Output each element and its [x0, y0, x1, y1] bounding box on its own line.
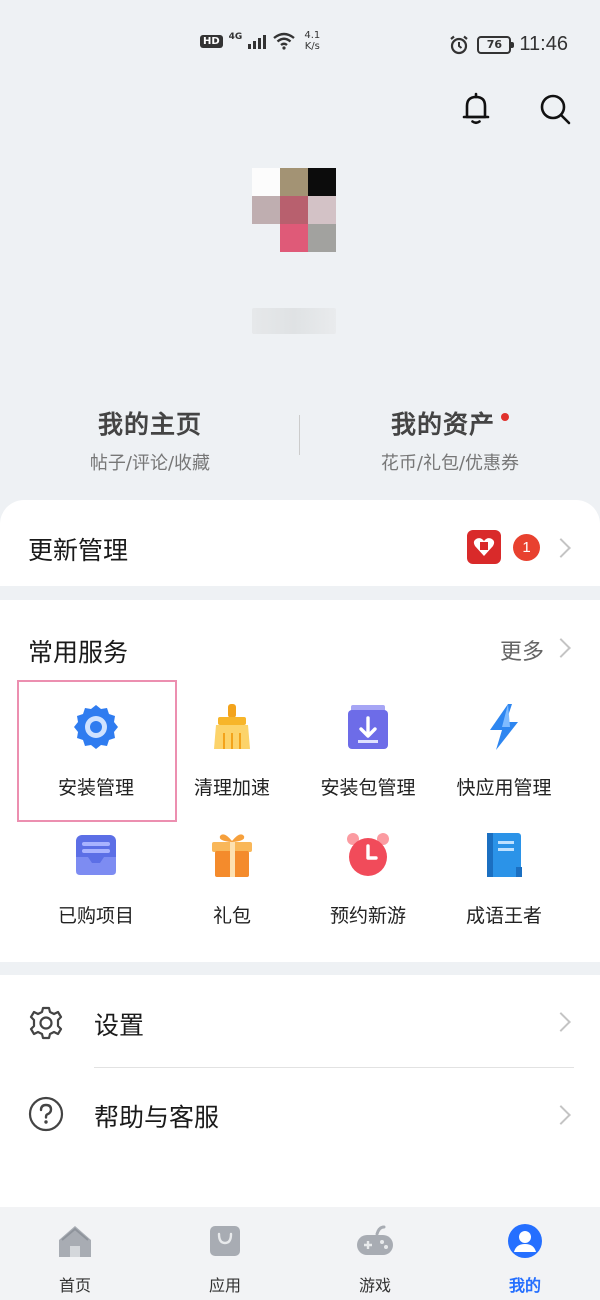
- net-speed-value: 4.1: [304, 30, 321, 41]
- my-homepage-title: 我的主页: [97, 410, 202, 439]
- alarm-clock-icon: [344, 831, 392, 879]
- gear-icon: [72, 703, 120, 751]
- book-icon: [480, 831, 528, 879]
- nav-home[interactable]: 首页: [0, 1207, 150, 1300]
- wifi-icon: [273, 32, 296, 50]
- service-label: 预约新游: [329, 905, 406, 927]
- update-count-badge: 1: [513, 534, 540, 561]
- alarm-icon: [450, 35, 469, 54]
- network-type: 4G: [228, 32, 243, 42]
- nav-label: 首页: [58, 1276, 91, 1295]
- profile-links: 我的主页 帖子/评论/收藏 我的资产 花币/礼包/优惠券: [0, 405, 600, 475]
- user-icon: [450, 1221, 600, 1261]
- common-services-title: 常用服务: [28, 638, 129, 667]
- update-app-icon: [467, 530, 501, 564]
- service-label: 快应用管理: [456, 777, 552, 799]
- service-label: 已购项目: [57, 905, 134, 927]
- service-cleanup[interactable]: 清理加速: [164, 703, 300, 800]
- my-assets-subtitle: 花币/礼包/优惠券: [380, 453, 520, 474]
- status-bar: HD 4G 4.1 K/s 76 11:46: [0, 0, 600, 90]
- question-icon: [28, 1096, 64, 1132]
- nav-label: 游戏: [358, 1276, 391, 1295]
- broom-icon: [208, 703, 256, 751]
- service-install-manager[interactable]: 安装管理: [28, 703, 164, 800]
- avatar[interactable]: [252, 168, 336, 252]
- service-label: 安装包管理: [320, 777, 416, 799]
- nav-games[interactable]: 游戏: [300, 1207, 450, 1300]
- service-quick-app-manager[interactable]: 快应用管理: [436, 703, 572, 800]
- hd-badge: HD: [200, 34, 223, 48]
- new-dot-badge: [501, 413, 509, 421]
- clock: 11:46: [519, 33, 568, 55]
- service-preorder-games[interactable]: 预约新游: [300, 831, 436, 928]
- service-idiom-king[interactable]: 成语王者: [436, 831, 572, 928]
- my-homepage-subtitle: 帖子/评论/收藏: [89, 453, 211, 474]
- bag-icon: [150, 1221, 300, 1261]
- net-speed-unit: K/s: [304, 41, 320, 52]
- service-purchased[interactable]: 已购项目: [28, 831, 164, 928]
- package-download-icon: [344, 703, 392, 751]
- service-label: 清理加速: [193, 777, 270, 799]
- service-label: 礼包: [212, 905, 251, 927]
- more-link[interactable]: 更多: [500, 634, 544, 666]
- service-gift[interactable]: 礼包: [164, 831, 300, 928]
- my-assets-title: 我的资产: [300, 405, 600, 441]
- gamepad-icon: [300, 1221, 450, 1261]
- help-row[interactable]: 帮助与客服: [0, 1068, 600, 1160]
- tray-icon: [72, 831, 120, 879]
- bottom-nav: 首页 应用 游戏 我的: [0, 1207, 600, 1300]
- bell-icon[interactable]: [460, 92, 492, 126]
- lightning-icon: [480, 703, 528, 751]
- signal-icon: [248, 33, 267, 49]
- my-homepage-link[interactable]: 我的主页 帖子/评论/收藏: [0, 405, 300, 475]
- update-management-title: 更新管理: [28, 536, 129, 565]
- help-label: 帮助与客服: [94, 1103, 220, 1132]
- gear-outline-icon: [29, 1006, 63, 1040]
- service-package-manager[interactable]: 安装包管理: [300, 703, 436, 800]
- settings-label: 设置: [94, 1011, 145, 1040]
- nav-label: 我的: [508, 1276, 541, 1295]
- settings-row[interactable]: 设置: [0, 976, 600, 1068]
- username-blurred: [252, 308, 336, 334]
- home-icon: [0, 1221, 150, 1261]
- my-assets-link[interactable]: 我的资产 花币/礼包/优惠券: [300, 405, 600, 475]
- profile-divider: [299, 415, 300, 455]
- nav-apps[interactable]: 应用: [150, 1207, 300, 1300]
- battery-icon: 76: [477, 35, 515, 54]
- status-left: HD 4G 4.1 K/s: [200, 30, 320, 52]
- search-icon[interactable]: [538, 92, 572, 126]
- header-actions: [460, 92, 572, 126]
- nav-mine[interactable]: 我的: [450, 1207, 600, 1300]
- status-right: 76 11:46: [449, 33, 568, 56]
- service-label: 成语王者: [465, 905, 542, 927]
- chevron-right-icon: [551, 1012, 571, 1032]
- nav-label: 应用: [208, 1276, 241, 1295]
- gift-icon: [208, 831, 256, 879]
- chevron-right-icon: [551, 1105, 571, 1125]
- net-speed: 4.1 K/s: [304, 30, 320, 52]
- my-assets-title-text: 我的资产: [390, 410, 495, 439]
- service-label: 安装管理: [57, 777, 134, 799]
